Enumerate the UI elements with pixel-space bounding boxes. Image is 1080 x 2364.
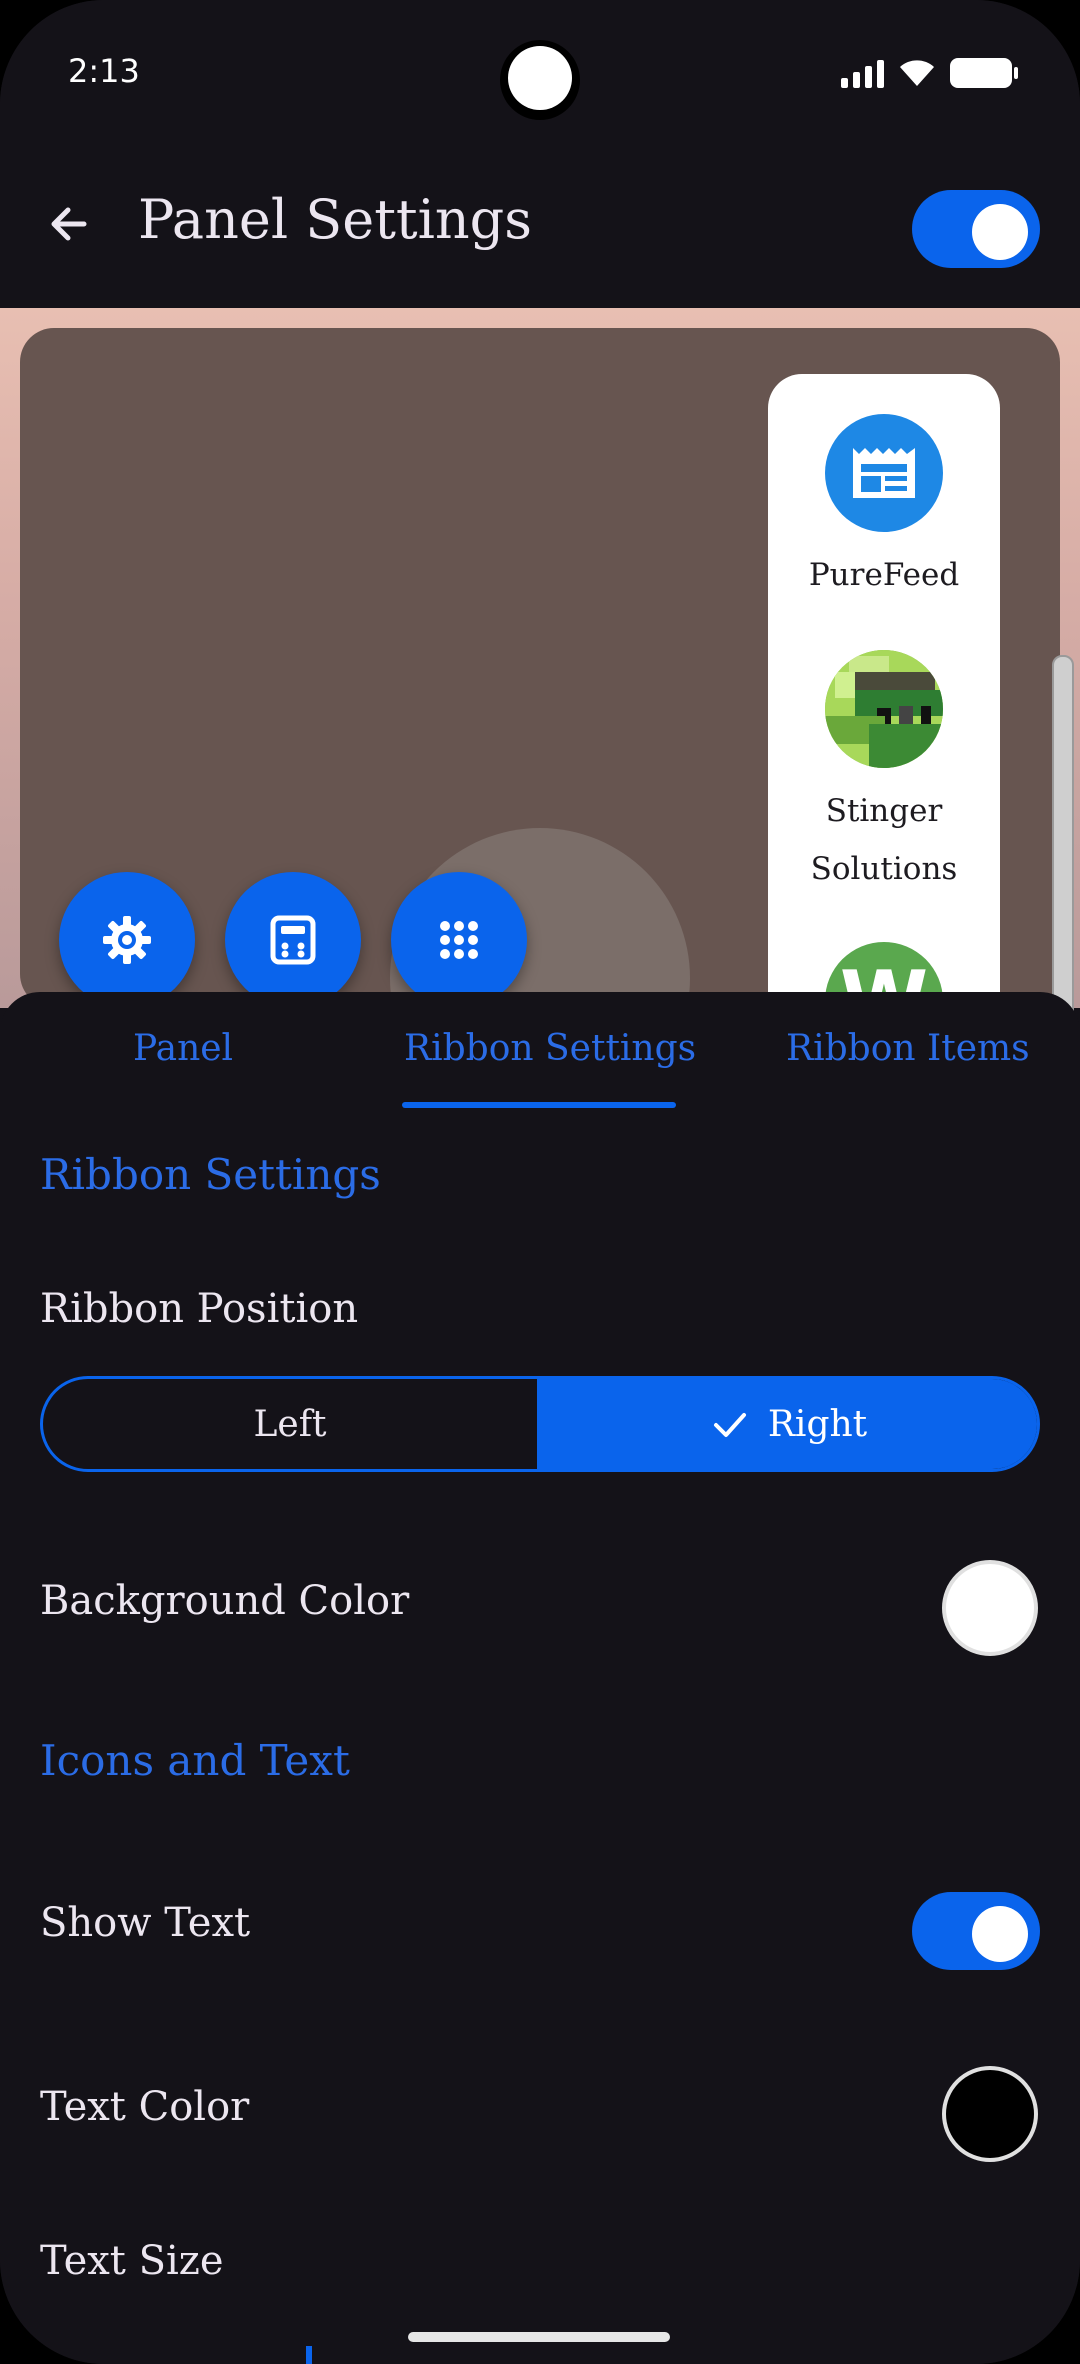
ribbon-item-label: Stinger Solutions: [810, 793, 958, 887]
tab-panel[interactable]: Panel: [133, 1028, 233, 1069]
ribbon-position-label: Ribbon Position: [40, 1286, 359, 1332]
phone-screen: 2:13 Panel Settings PureFeed Stinger Sol…: [0, 0, 1080, 2364]
apps-fab[interactable]: [391, 872, 527, 1008]
apps-grid-icon: [440, 921, 478, 959]
preview-card: PureFeed Stinger Solutions W: [20, 328, 1060, 1008]
newspaper-icon: [825, 414, 943, 532]
back-arrow-icon[interactable]: [40, 194, 100, 254]
ribbon-item[interactable]: PureFeed: [768, 414, 1000, 604]
ribbon-item[interactable]: Stinger Solutions: [768, 650, 1000, 898]
position-left-button[interactable]: Left: [43, 1379, 540, 1469]
text-color-swatch[interactable]: [942, 2066, 1038, 2162]
app-bar: Panel Settings: [0, 152, 1080, 308]
home-indicator[interactable]: [408, 2332, 670, 2342]
battery-icon: [950, 58, 1018, 88]
show-text-switch[interactable]: [912, 1892, 1040, 1970]
panel-preview: PureFeed Stinger Solutions W: [0, 308, 1080, 1008]
show-text-label: Show Text: [40, 1900, 251, 1946]
calculator-fab[interactable]: [225, 872, 361, 1008]
tab-bar: Panel Ribbon Settings Ribbon Items: [0, 992, 1080, 1112]
status-bar: 2:13: [0, 0, 1080, 152]
position-left-label: Left: [253, 1403, 327, 1445]
check-icon: [713, 1413, 746, 1437]
camera-cutout: [500, 40, 580, 120]
pixel-art-app-icon: [825, 650, 943, 768]
settings-fab[interactable]: [59, 872, 195, 1008]
switch-knob: [972, 204, 1028, 260]
section-ribbon-settings: Ribbon Settings: [40, 1150, 381, 1199]
tab-indicator: [402, 1102, 676, 1108]
panel-enable-switch[interactable]: [912, 190, 1040, 268]
position-right-label: Right: [767, 1403, 868, 1445]
text-size-label: Text Size: [40, 2238, 224, 2284]
wifi-icon: [900, 60, 934, 86]
position-right-button[interactable]: Right: [540, 1379, 1037, 1469]
background-color-swatch[interactable]: [942, 1560, 1038, 1656]
ribbon-position-segmented: Left Right: [40, 1376, 1040, 1472]
status-time: 2:13: [68, 52, 140, 90]
text-size-slider-thumb[interactable]: [306, 2346, 312, 2364]
page-title: Panel Settings: [138, 188, 532, 251]
system-icons: [841, 58, 1018, 88]
tab-ribbon-settings[interactable]: Ribbon Settings: [404, 1028, 696, 1069]
gear-icon: [103, 916, 151, 964]
text-color-label: Text Color: [40, 2084, 250, 2130]
section-icons-and-text: Icons and Text: [40, 1736, 350, 1785]
ribbon-preview: PureFeed Stinger Solutions W: [768, 374, 1000, 1008]
signal-icon: [841, 58, 884, 88]
tab-ribbon-items[interactable]: Ribbon Items: [786, 1028, 1030, 1069]
calculator-icon: [270, 915, 316, 965]
ribbon-item-label: PureFeed: [808, 557, 960, 593]
background-color-label: Background Color: [40, 1578, 410, 1624]
switch-knob: [972, 1906, 1028, 1962]
settings-sheet: Panel Ribbon Settings Ribbon Items Ribbo…: [0, 992, 1080, 2364]
